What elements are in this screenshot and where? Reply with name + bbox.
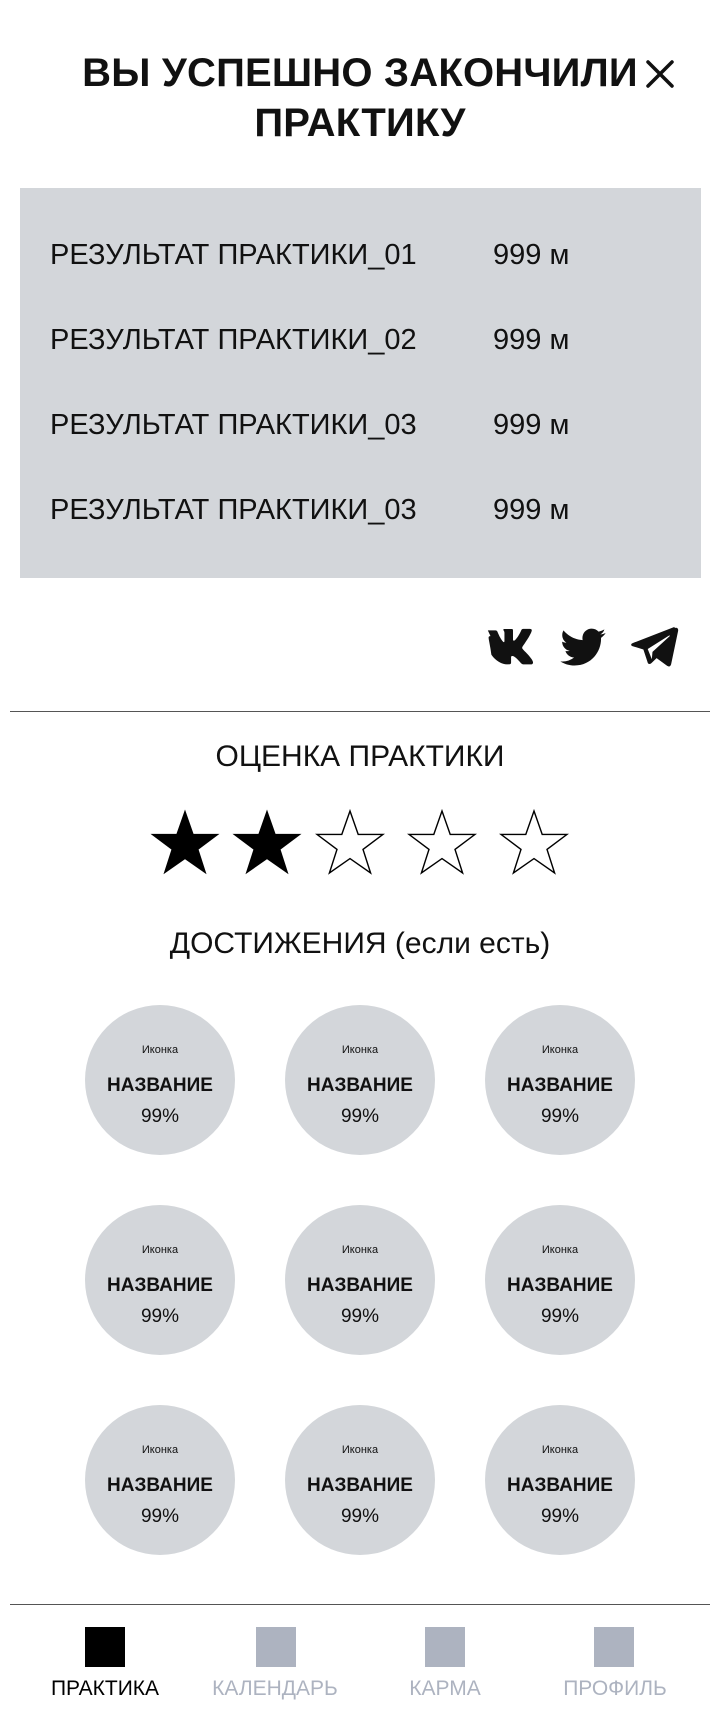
achievement-icon-label: Иконка — [341, 1044, 379, 1056]
achievement-icon-label: Иконка — [341, 1244, 379, 1256]
achievement-icon-label: Иконка — [541, 1044, 579, 1056]
tab-bar: ПРАКТИКА КАЛЕНДАРЬ КАРМА ПРОФИЛЬ — [0, 1611, 720, 1712]
tab-label: КАРМА — [409, 1677, 481, 1700]
star-3[interactable] — [314, 808, 386, 878]
star-5[interactable] — [498, 808, 570, 878]
page-title-line-1: ВЫ УСПЕШНО ЗАКОНЧИЛИ — [82, 51, 638, 95]
achievement-icon-label: Иконка — [341, 1444, 379, 1456]
share-telegram-button[interactable] — [626, 620, 682, 672]
achievement-badge[interactable]: Иконка НАЗВАНИЕ 99% — [485, 1405, 635, 1555]
result-label: РЕЗУЛЬТАТ ПРАКТИКИ_02 — [50, 324, 417, 356]
profile-icon — [594, 1627, 634, 1667]
star-outline-icon — [498, 808, 570, 875]
achievement-icon-label: Иконка — [541, 1444, 579, 1456]
achievement-name: НАЗВАНИЕ — [507, 1475, 613, 1496]
achievement-percent: 99% — [140, 1506, 180, 1527]
rating-stars — [0, 808, 720, 878]
vk-icon — [487, 628, 534, 665]
star-4[interactable] — [406, 808, 478, 878]
achievement-name: НАЗВАНИЕ — [107, 1075, 213, 1096]
achievement-percent: 99% — [540, 1306, 580, 1327]
result-value: 999 м — [493, 409, 570, 441]
star-outline-icon — [406, 808, 478, 875]
achievement-name: НАЗВАНИЕ — [307, 1075, 413, 1096]
achievement-badge[interactable]: Иконка НАЗВАНИЕ 99% — [285, 1405, 435, 1555]
result-row: РЕЗУЛЬТАТ ПРАКТИКИ_03 999 м — [50, 490, 670, 530]
achievement-name: НАЗВАНИЕ — [507, 1075, 613, 1096]
result-value: 999 м — [493, 324, 570, 356]
tab-praktika[interactable]: ПРАКТИКА — [15, 1611, 195, 1711]
result-row: РЕЗУЛЬТАТ ПРАКТИКИ_01 999 м — [50, 235, 670, 275]
tab-label: ПРОФИЛЬ — [563, 1677, 667, 1700]
header: ВЫ УСПЕШНО ЗАКОНЧИЛИ ПРАКТИКУ — [0, 0, 720, 180]
achievement-badge[interactable]: Иконка НАЗВАНИЕ 99% — [85, 1205, 235, 1355]
practice-icon — [85, 1627, 125, 1667]
achievement-percent: 99% — [140, 1106, 180, 1127]
achievement-percent: 99% — [340, 1106, 380, 1127]
achievement-icon-label: Иконка — [141, 1244, 179, 1256]
result-row: РЕЗУЛЬТАТ ПРАКТИКИ_03 999 м — [50, 405, 670, 445]
achievement-badge[interactable]: Иконка НАЗВАНИЕ 99% — [485, 1005, 635, 1155]
achievement-name: НАЗВАНИЕ — [107, 1275, 213, 1296]
achievement-percent: 99% — [340, 1506, 380, 1527]
achievement-icon-label: Иконка — [541, 1244, 579, 1256]
result-label: РЕЗУЛЬТАТ ПРАКТИКИ_03 — [50, 494, 417, 526]
tab-karma[interactable]: КАРМА — [355, 1611, 535, 1711]
results-panel: РЕЗУЛЬТАТ ПРАКТИКИ_01 999 м РЕЗУЛЬТАТ ПР… — [20, 188, 701, 578]
section-divider — [10, 711, 710, 712]
close-icon — [646, 60, 674, 88]
tab-profil[interactable]: ПРОФИЛЬ — [525, 1611, 705, 1711]
tabbar-divider — [10, 1604, 710, 1605]
calendar-icon — [256, 1627, 296, 1667]
twitter-icon — [560, 628, 606, 666]
achievements-title: ДОСТИЖЕНИЯ (если есть) — [169, 927, 551, 960]
tab-kalendar[interactable]: КАЛЕНДАРЬ — [185, 1611, 365, 1711]
achievement-percent: 99% — [340, 1306, 380, 1327]
achievement-badge[interactable]: Иконка НАЗВАНИЕ 99% — [285, 1205, 435, 1355]
page-title: ВЫ УСПЕШНО ЗАКОНЧИЛИ ПРАКТИКУ — [60, 48, 660, 148]
star-filled-icon — [232, 809, 302, 875]
result-label: РЕЗУЛЬТАТ ПРАКТИКИ_01 — [50, 239, 417, 271]
achievement-badge[interactable]: Иконка НАЗВАНИЕ 99% — [285, 1005, 435, 1155]
page-title-line-2: ПРАКТИКУ — [254, 101, 466, 145]
close-button[interactable] — [638, 52, 682, 96]
achievement-icon-label: Иконка — [141, 1444, 179, 1456]
tab-label: КАЛЕНДАРЬ — [212, 1677, 338, 1700]
achievement-percent: 99% — [140, 1306, 180, 1327]
achievement-badge[interactable]: Иконка НАЗВАНИЕ 99% — [485, 1205, 635, 1355]
star-2[interactable] — [232, 808, 302, 878]
tab-label: ПРАКТИКА — [50, 1677, 160, 1700]
star-1[interactable] — [150, 808, 220, 878]
result-row: РЕЗУЛЬТАТ ПРАКТИКИ_02 999 м — [50, 320, 670, 360]
star-filled-icon — [150, 809, 220, 875]
achievement-icon-label: Иконка — [141, 1044, 179, 1056]
telegram-icon — [631, 626, 679, 667]
achievement-percent: 99% — [540, 1506, 580, 1527]
star-outline-icon — [314, 808, 386, 875]
achievement-badge[interactable]: Иконка НАЗВАНИЕ 99% — [85, 1405, 235, 1555]
karma-icon — [425, 1627, 465, 1667]
achievement-name: НАЗВАНИЕ — [307, 1475, 413, 1496]
share-twitter-button[interactable] — [555, 620, 611, 672]
result-value: 999 м — [493, 239, 570, 271]
result-value: 999 м — [493, 494, 570, 526]
achievement-name: НАЗВАНИЕ — [307, 1275, 413, 1296]
share-vk-button[interactable] — [484, 620, 540, 672]
achievement-badge[interactable]: Иконка НАЗВАНИЕ 99% — [85, 1005, 235, 1155]
achievement-name: НАЗВАНИЕ — [107, 1475, 213, 1496]
achievement-percent: 99% — [540, 1106, 580, 1127]
rating-title: ОЦЕНКА ПРАКТИКИ — [215, 740, 505, 773]
result-label: РЕЗУЛЬТАТ ПРАКТИКИ_03 — [50, 409, 417, 441]
achievement-name: НАЗВАНИЕ — [507, 1275, 613, 1296]
